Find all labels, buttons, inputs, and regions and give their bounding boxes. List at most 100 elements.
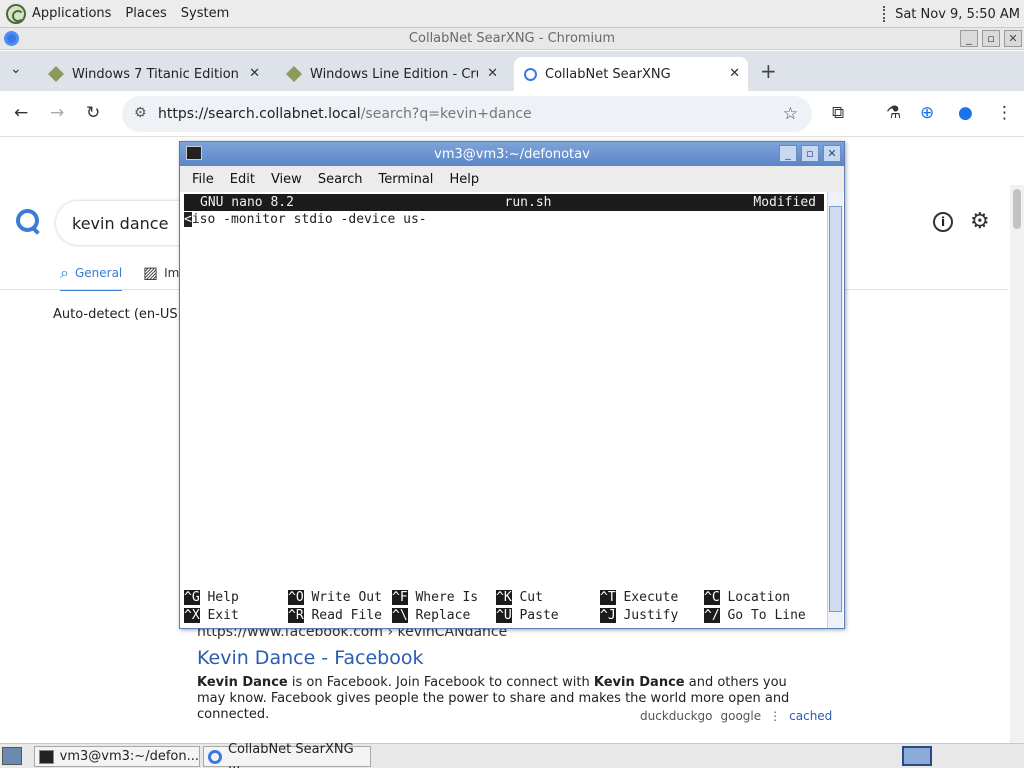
terminal-window[interactable]: vm3@vm3:~/defonotav _ ▫ ✕ File Edit View… [179, 141, 845, 629]
system-menu-label: System [180, 6, 230, 21]
separator-icon: ⋮ [769, 709, 782, 723]
tab-favicon-icon [286, 66, 302, 82]
settings-gear-icon[interactable]: ⚙ [970, 209, 990, 234]
shortcut-key: ^\ [392, 607, 408, 623]
shortcut-where-is: ^F Where Is [392, 589, 496, 605]
menu-help[interactable]: Help [449, 172, 479, 187]
terminal-titlebar[interactable]: vm3@vm3:~/defonotav _ ▫ ✕ [180, 142, 844, 166]
language-selector[interactable]: Auto-detect (en-US) [53, 307, 183, 322]
shortcut-cut: ^K Cut [496, 589, 600, 605]
address-bar[interactable]: ⚙ https://search.collabnet.local/search?… [122, 96, 812, 132]
nano-filename: run.sh [504, 195, 552, 210]
nano-shortcuts: ^G Help ^O Write Out ^F Where Is ^K Cut … [184, 588, 824, 624]
result-title-link[interactable]: Kevin Dance - Facebook [197, 647, 423, 669]
tab-close-icon[interactable]: ✕ [729, 66, 740, 81]
system-menu[interactable]: System [175, 0, 237, 28]
page-scrollbar[interactable] [1010, 185, 1024, 745]
page-scrollbar-thumb[interactable] [1013, 189, 1021, 229]
terminal-icon [39, 749, 54, 764]
nano-version: GNU nano 8.2 [200, 195, 294, 210]
tab-searxng[interactable]: CollabNet SearXNG ✕ [514, 57, 748, 91]
workspace-switcher[interactable] [902, 746, 932, 766]
nano-header: GNU nano 8.2 run.sh Modified [184, 194, 824, 211]
info-icon[interactable]: i [933, 212, 953, 232]
searxng-search-icon[interactable] [16, 209, 40, 233]
engine-label: google [720, 709, 762, 723]
terminal-close-button[interactable]: ✕ [823, 145, 841, 162]
shortcut-label: Paste [519, 607, 559, 623]
tab-favicon-icon [48, 66, 64, 82]
places-menu-label: Places [125, 6, 167, 21]
task-label: vm3@vm3:~/defon... [59, 749, 199, 764]
menu-edit[interactable]: Edit [230, 172, 255, 187]
shortcut-paste: ^U Paste [496, 607, 600, 623]
nano-text-line[interactable]: <iso -monitor stdio -device us- [184, 212, 427, 227]
category-images[interactable]: ▨ Im [143, 263, 179, 282]
terminal-minimize-button[interactable]: _ [779, 145, 797, 162]
menu-view[interactable]: View [271, 172, 302, 187]
browser-minimize-button[interactable]: _ [960, 30, 978, 47]
tab-windows-7[interactable]: Windows 7 Titanic Edition - C ✕ [38, 57, 268, 91]
category-images-label: Im [164, 265, 180, 280]
snippet-text: is on Facebook. Join Facebook to connect… [287, 675, 594, 690]
shortcut-key: ^O [288, 589, 304, 605]
extensions-puzzle-icon[interactable]: ⧉ [832, 103, 844, 123]
engine-label: duckduckgo [640, 709, 713, 723]
clock[interactable]: Sat Nov 9, 5:50 AM [883, 0, 1020, 28]
back-arrow-icon[interactable]: ← [14, 103, 28, 123]
bookmark-star-icon[interactable]: ☆ [783, 104, 798, 124]
applications-menu[interactable]: Applications [0, 0, 119, 28]
terminal-maximize-button[interactable]: ▫ [801, 145, 819, 162]
tab-search-chevron-icon[interactable]: ⌄ [10, 61, 22, 77]
url-path: /search?q=kevin+dance [360, 106, 532, 122]
tab-label: CollabNet SearXNG [545, 66, 671, 82]
distro-logo-icon [6, 3, 26, 24]
new-tab-plus-icon[interactable]: + [760, 59, 777, 83]
places-menu[interactable]: Places [119, 0, 174, 28]
category-general[interactable]: ⌕ General [60, 263, 123, 291]
shortcut-replace: ^\ Replace [392, 607, 496, 623]
shortcut-go-to-line: ^/ Go To Line [704, 607, 808, 623]
shortcut-execute: ^T Execute [600, 589, 704, 605]
browser-close-button[interactable]: ✕ [1004, 30, 1022, 47]
tab-windows-line[interactable]: Windows Line Edition - Crush ✕ [276, 57, 506, 91]
profile-avatar-icon[interactable]: ● [958, 103, 973, 123]
menu-search[interactable]: Search [318, 172, 363, 187]
nano-line-text: iso -monitor stdio -device us- [191, 212, 427, 227]
show-desktop-icon[interactable] [2, 747, 22, 765]
shortcut-key: ^J [600, 607, 616, 623]
task-chromium[interactable]: CollabNet SearXNG ... [203, 742, 371, 768]
terminal-scrollbar[interactable] [827, 192, 843, 628]
browser-titlebar[interactable]: CollabNet SearXNG - Chromium _ ▫ ✕ [0, 28, 1024, 50]
site-info-icon[interactable]: ⚙ [134, 105, 147, 121]
labs-flask-icon[interactable]: ⚗ [886, 103, 901, 123]
terminal-content[interactable]: GNU nano 8.2 run.sh Modified <iso -monit… [180, 192, 826, 628]
shortcut-label: Replace [415, 607, 471, 623]
search-query: kevin dance [72, 213, 169, 233]
browser-toolbar: ← → ↻ ⚙ https://search.collabnet.local/s… [0, 91, 1024, 137]
bottom-taskbar: vm3@vm3:~/defon... CollabNet SearXNG ... [0, 742, 1024, 768]
menu-terminal[interactable]: Terminal [378, 172, 433, 187]
shortcut-help: ^G Help [184, 589, 288, 605]
menu-file[interactable]: File [192, 172, 214, 187]
browser-menu-icon[interactable]: ⋮ [996, 103, 1013, 123]
reload-icon[interactable]: ↻ [86, 103, 100, 123]
task-terminal[interactable]: vm3@vm3:~/defon... [34, 746, 200, 767]
browser-maximize-button[interactable]: ▫ [982, 30, 1000, 47]
result-engines: duckduckgo google ⋮ cached [640, 709, 832, 723]
shortcut-label: Execute [623, 589, 679, 605]
shortcut-key: ^/ [704, 607, 720, 623]
shortcut-read-file: ^R Read File [288, 607, 392, 623]
shortcut-key: ^R [288, 607, 304, 623]
shortcut-row: ^X Exit ^R Read File ^\ Replace ^U Paste… [184, 606, 824, 624]
cached-link[interactable]: cached [789, 709, 832, 723]
terminal-scrollbar-thumb[interactable] [829, 206, 842, 612]
tab-close-icon[interactable]: ✕ [249, 66, 260, 81]
tab-close-icon[interactable]: ✕ [487, 66, 498, 81]
forward-arrow-icon[interactable]: → [50, 103, 64, 123]
download-icon[interactable]: ⊕ [920, 103, 934, 123]
shortcut-location: ^C Location [704, 589, 808, 605]
shortcut-label: Exit [207, 607, 239, 623]
shortcut-label: Cut [519, 589, 543, 605]
clock-label: Sat Nov 9, 5:50 AM [895, 6, 1020, 22]
